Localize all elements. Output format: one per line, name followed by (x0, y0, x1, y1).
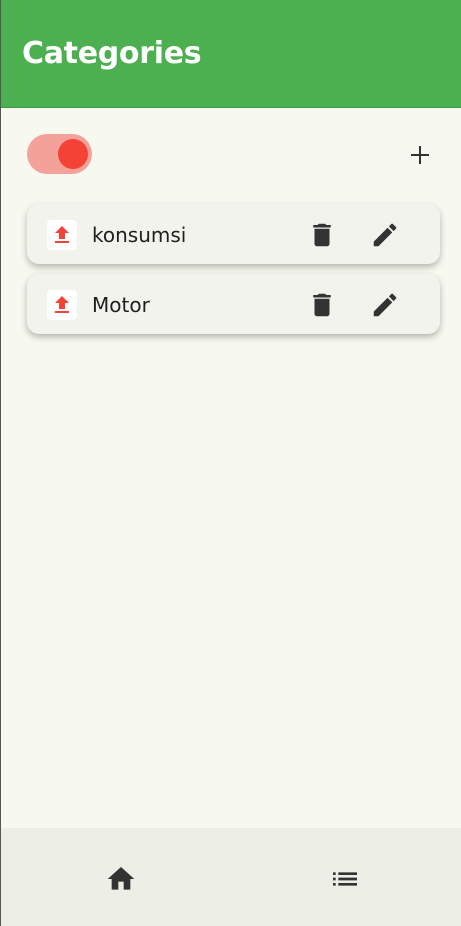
pencil-icon (373, 223, 397, 247)
page-title: Categories (22, 36, 202, 71)
pencil-icon (373, 293, 397, 317)
delete-button[interactable] (307, 290, 337, 320)
app-bar: Categories (1, 0, 461, 108)
edit-button[interactable] (370, 220, 400, 250)
plus-icon (411, 146, 429, 164)
add-category-button[interactable] (403, 138, 437, 172)
type-toggle[interactable] (27, 134, 92, 174)
list-icon (333, 872, 357, 886)
category-name: konsumsi (92, 223, 187, 247)
category-type-badge (47, 290, 77, 320)
edit-button[interactable] (370, 290, 400, 320)
category-card: konsumsi (27, 204, 440, 264)
home-icon (107, 867, 135, 890)
category-type-badge (47, 220, 77, 250)
nav-home-button[interactable] (105, 863, 137, 895)
category-name: Motor (92, 293, 150, 317)
bottom-navigation (1, 828, 461, 926)
nav-categories-button[interactable] (329, 863, 361, 895)
toggle-knob (58, 139, 88, 169)
upload-icon (55, 226, 69, 243)
trash-icon (313, 223, 331, 247)
upload-icon (55, 296, 69, 313)
delete-button[interactable] (307, 220, 337, 250)
trash-icon (313, 293, 331, 317)
category-card: Motor (27, 274, 440, 334)
